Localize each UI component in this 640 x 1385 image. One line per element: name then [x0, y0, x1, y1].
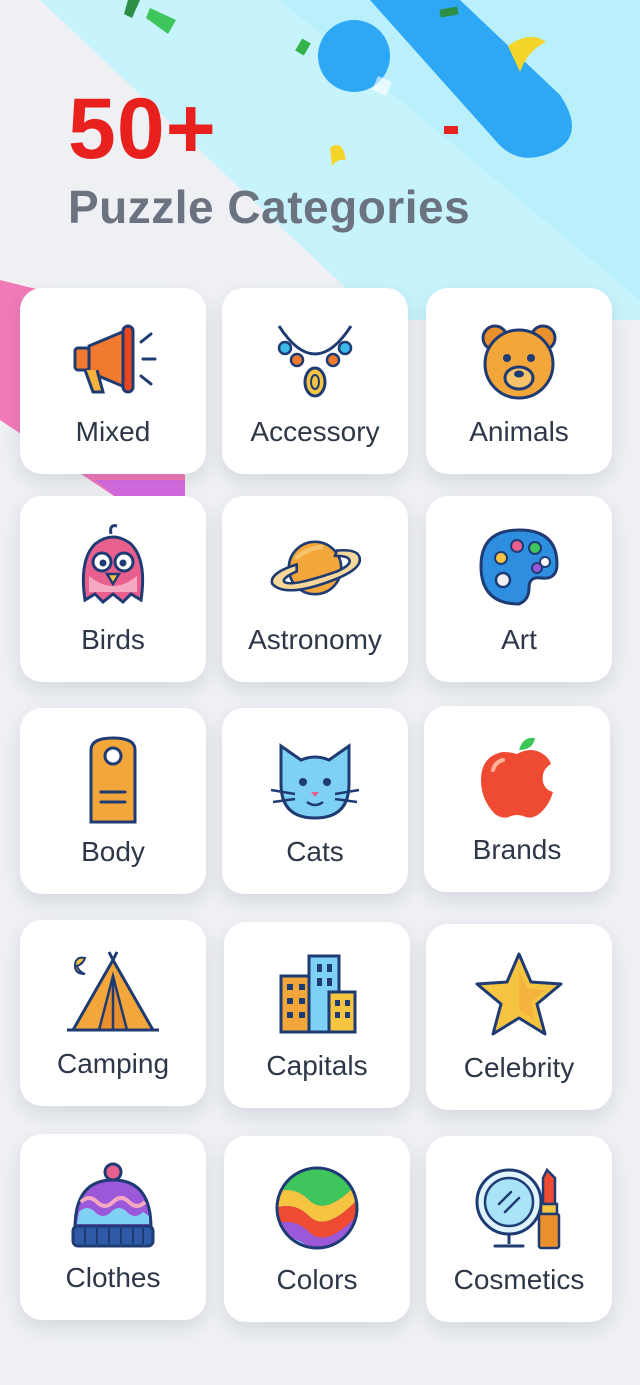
door-hanger-icon	[65, 732, 161, 828]
color-ball-icon	[269, 1160, 365, 1256]
apple-icon	[469, 730, 565, 826]
category-card-mixed[interactable]: Mixed	[20, 288, 206, 474]
header-subtitle: Puzzle Categories	[68, 181, 471, 233]
category-card-camping[interactable]: Camping	[20, 920, 206, 1106]
category-label: Clothes	[65, 1262, 161, 1293]
category-card-astronomy[interactable]: Astronomy	[222, 496, 408, 682]
star-icon	[471, 948, 567, 1044]
category-label: Celebrity	[463, 1052, 575, 1083]
category-card-colors[interactable]: Colors	[224, 1136, 410, 1322]
category-card-capitals[interactable]: Capitals	[224, 922, 410, 1108]
category-label: Astronomy	[248, 624, 382, 655]
category-count: 50+	[68, 81, 217, 177]
category-label: Brands	[472, 834, 562, 865]
beanie-icon	[65, 1158, 161, 1254]
category-label: Birds	[81, 624, 145, 655]
category-card-cats[interactable]: Cats	[222, 708, 408, 894]
category-label: Camping	[56, 1048, 170, 1079]
category-label: Mixed	[75, 416, 151, 447]
category-card-accessory[interactable]: Accessory	[222, 288, 408, 474]
category-label: Capitals	[266, 1050, 368, 1081]
planet-icon	[267, 520, 363, 616]
megaphone-icon	[65, 312, 161, 408]
mirror-lipstick-icon	[471, 1160, 567, 1256]
palette-icon	[471, 520, 567, 616]
category-card-animals[interactable]: Animals	[426, 288, 612, 474]
hero-header: 50+ Puzzle Categories	[68, 86, 470, 234]
category-card-cosmetics[interactable]: Cosmetics	[426, 1136, 612, 1322]
category-label: Art	[501, 624, 537, 655]
category-label: Colors	[276, 1264, 358, 1295]
category-label: Cosmetics	[453, 1264, 585, 1295]
category-card-body[interactable]: Body	[20, 708, 206, 894]
category-label: Cats	[286, 836, 344, 867]
bear-icon	[471, 312, 567, 408]
category-card-art[interactable]: Art	[426, 496, 612, 682]
category-label: Accessory	[250, 416, 380, 447]
category-label: Animals	[469, 416, 569, 447]
cat-icon	[267, 732, 363, 828]
category-card-brands[interactable]: Brands	[424, 706, 610, 892]
category-card-birds[interactable]: Birds	[20, 496, 206, 682]
bird-icon	[65, 520, 161, 616]
category-card-clothes[interactable]: Clothes	[20, 1134, 206, 1320]
category-card-celebrity[interactable]: Celebrity	[426, 924, 612, 1110]
buildings-icon	[269, 946, 365, 1042]
category-label: Body	[81, 836, 145, 867]
necklace-icon	[267, 312, 363, 408]
tent-icon	[65, 944, 161, 1040]
